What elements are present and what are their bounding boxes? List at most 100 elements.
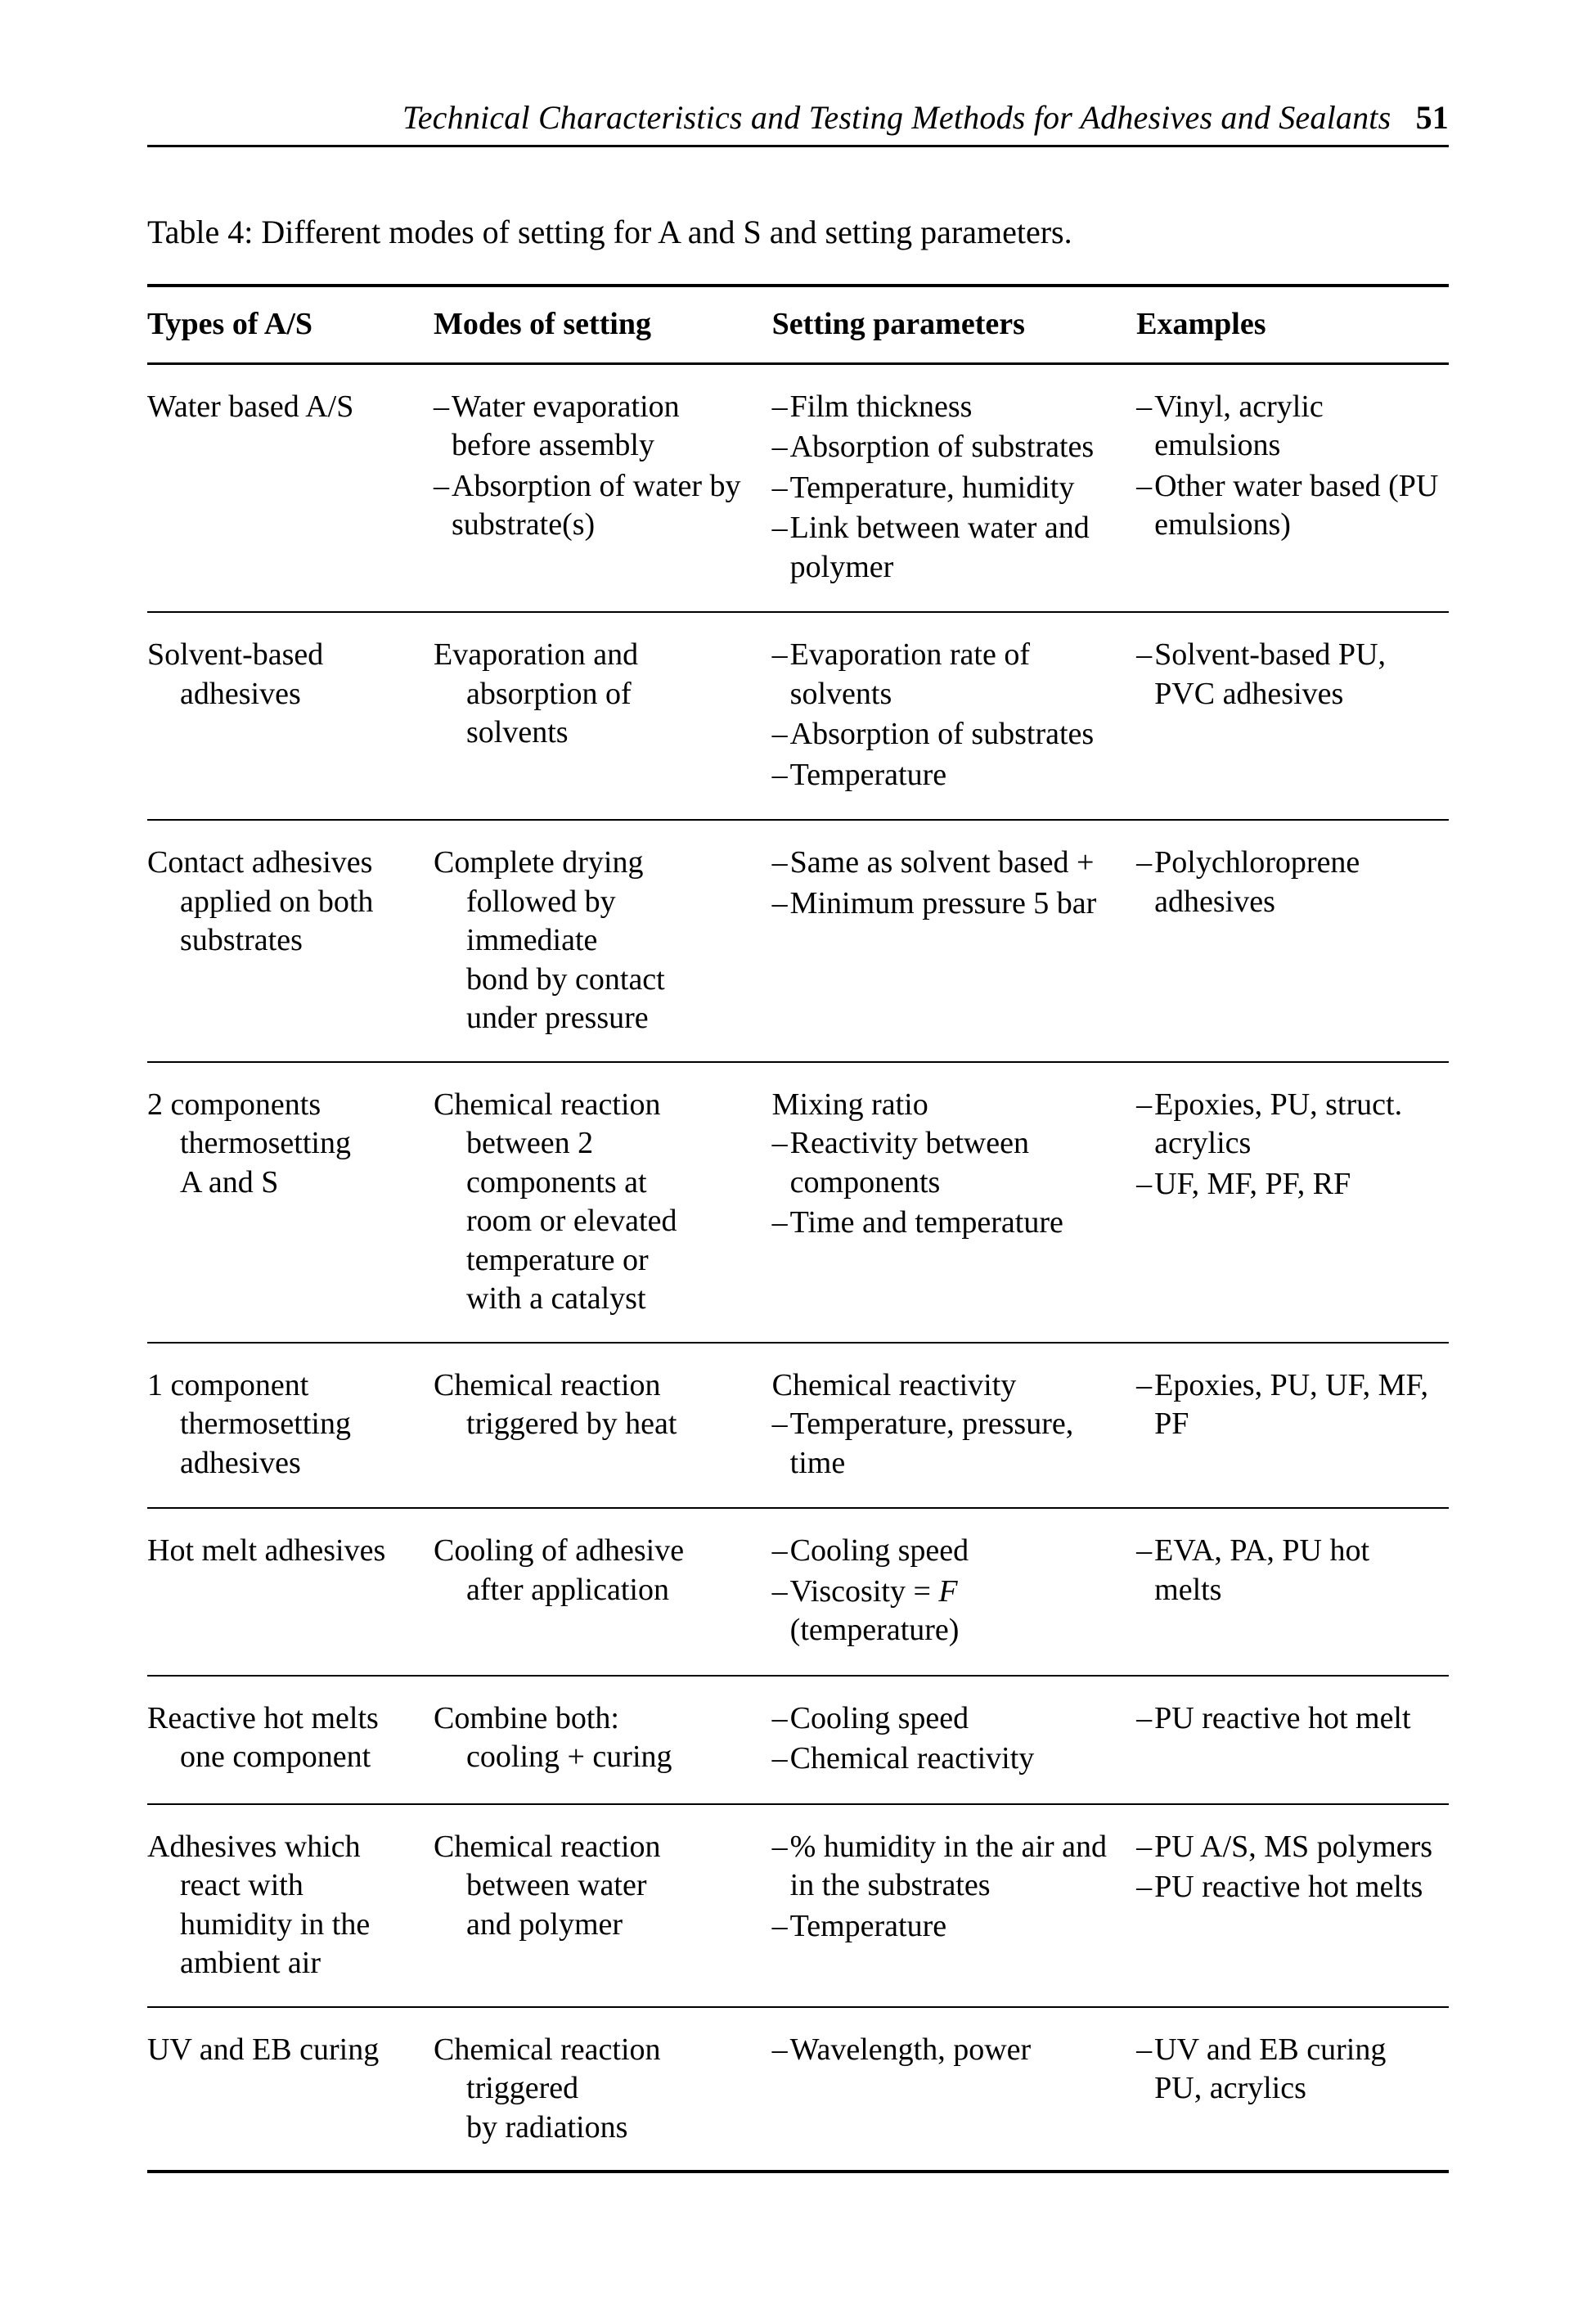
bullet-item: Time and temperature xyxy=(772,1204,1128,1243)
text-line: room or elevated xyxy=(434,1202,764,1241)
bullet-item: Cooling speed xyxy=(772,1699,1128,1739)
table-row: Reactive hot meltsone componentCombine b… xyxy=(147,1676,1449,1804)
col-header-modes: Modes of setting xyxy=(434,286,772,363)
cell-modes: Cooling of adhesiveafter application xyxy=(434,1508,772,1676)
cell-modes: Chemical reactiontriggered by heat xyxy=(434,1343,772,1509)
bullet-item: UV and EB curing PU, acrylics xyxy=(1136,2031,1441,2109)
bullet-item: Temperature xyxy=(772,1907,1128,1947)
table-row: Adhesives whichreact withhumidity in the… xyxy=(147,1804,1449,2007)
cell-examples: Epoxies, PU, struct. acrylicsUF, MF, PF,… xyxy=(1136,1062,1449,1343)
text-line: Chemical reaction xyxy=(434,1366,764,1406)
bullet-item: Cooling speed xyxy=(772,1532,1128,1571)
running-header: Technical Characteristics and Testing Me… xyxy=(147,98,1449,137)
text-line: followed by xyxy=(434,883,764,922)
cell-examples: PU reactive hot melt xyxy=(1136,1676,1449,1804)
cell-modes: Evaporation andabsorption ofsolvents xyxy=(434,612,772,820)
col-header-examples: Examples xyxy=(1136,286,1449,363)
cell-types: Adhesives whichreact withhumidity in the… xyxy=(147,1804,434,2007)
bullet-item: PU A/S, MS polymers xyxy=(1136,1828,1441,1867)
bullet-item: PU reactive hot melt xyxy=(1136,1699,1441,1739)
cell-params: Mixing ratioReactivity between component… xyxy=(772,1062,1136,1343)
bullet-item: Epoxies, PU, UF, MF, PF xyxy=(1136,1366,1441,1444)
text-line: and polymer xyxy=(434,1906,764,1945)
table-header-row: Types of A/S Modes of setting Setting pa… xyxy=(147,286,1449,363)
text-line: Chemical reaction xyxy=(434,1828,764,1867)
text-line: bond by contact xyxy=(434,961,764,1000)
bullet-list: Evaporation rate of solventsAbsorption o… xyxy=(772,636,1128,794)
table-row: Water based A/SWater evaporation before … xyxy=(147,363,1449,612)
table-body: Water based A/SWater evaporation before … xyxy=(147,363,1449,2172)
text-line: Reactive hot melts xyxy=(147,1699,425,1739)
bullet-item: Vinyl, acrylic emulsions xyxy=(1136,388,1441,466)
text-line: triggered by heat xyxy=(434,1405,764,1444)
bullet-list: Epoxies, PU, UF, MF, PF xyxy=(1136,1366,1441,1444)
cell-modes: Chemical reactionbetween waterand polyme… xyxy=(434,1804,772,2007)
bullet-list: Cooling speedViscosity = F (temperature) xyxy=(772,1532,1128,1650)
bullet-list: Cooling speedChemical reactivity xyxy=(772,1699,1128,1779)
running-header-title: Technical Characteristics and Testing Me… xyxy=(402,99,1391,136)
bullet-item: EVA, PA, PU hot melts xyxy=(1136,1532,1441,1609)
text-line: Solvent-based xyxy=(147,636,425,675)
text-line: adhesives xyxy=(147,675,425,714)
bullet-item: Chemical reactivity xyxy=(772,1740,1128,1779)
bullet-item: Absorption of substrates xyxy=(772,715,1128,754)
bullet-item: Reactivity between components xyxy=(772,1124,1128,1202)
bullet-item: UF, MF, PF, RF xyxy=(1136,1165,1441,1204)
text-line: between water xyxy=(434,1866,764,1906)
page-number: 51 xyxy=(1416,99,1449,136)
cell-modes: Water evaporation before assemblyAbsorpt… xyxy=(434,363,772,612)
text-line: react with xyxy=(147,1866,425,1906)
bullet-item: Absorption of substrates xyxy=(772,428,1128,467)
cell-params: % humidity in the air and in the substra… xyxy=(772,1804,1136,2007)
col-header-types: Types of A/S xyxy=(147,286,434,363)
cell-examples: PU A/S, MS polymersPU reactive hot melts xyxy=(1136,1804,1449,2007)
bullet-list: UV and EB curing PU, acrylics xyxy=(1136,2031,1441,2109)
bullet-item: Temperature xyxy=(772,756,1128,795)
text-line: components at xyxy=(434,1164,764,1203)
text-line: thermosetting xyxy=(147,1405,425,1444)
bullet-list: Solvent-based PU, PVC adhesives xyxy=(1136,636,1441,713)
text-line: applied on both xyxy=(147,883,425,922)
text-line: Water based A/S xyxy=(147,388,425,427)
bullet-item: Viscosity = F (temperature) xyxy=(772,1573,1128,1650)
bullet-list: Wavelength, power xyxy=(772,2031,1128,2070)
bullet-list: Epoxies, PU, struct. acrylicsUF, MF, PF,… xyxy=(1136,1086,1441,1204)
text-line: substrates xyxy=(147,921,425,961)
text-line: 1 component xyxy=(147,1366,425,1406)
text-line: by radiations xyxy=(434,2109,764,2148)
cell-params: Chemical reactivityTemperature, pressure… xyxy=(772,1343,1136,1509)
cell-modes: Chemical reactiontriggeredby radiations xyxy=(434,2007,772,2172)
text-line: ambient air xyxy=(147,1944,425,1983)
table-row: Solvent-basedadhesivesEvaporation andabs… xyxy=(147,612,1449,820)
text-line: Adhesives which xyxy=(147,1828,425,1867)
text-line: Cooling of adhesive xyxy=(434,1532,764,1571)
cell-examples: Solvent-based PU, PVC adhesives xyxy=(1136,612,1449,820)
bullet-item: Temperature, humidity xyxy=(772,469,1128,508)
text-line: absorption of xyxy=(434,675,764,714)
text-line: Combine both: xyxy=(434,1699,764,1739)
table-row: 1 componentthermosettingadhesivesChemica… xyxy=(147,1343,1449,1509)
bullet-item: Film thickness xyxy=(772,388,1128,427)
bullet-list: Reactivity between componentsTime and te… xyxy=(772,1124,1128,1243)
bullet-list: Polychloroprene adhesives xyxy=(1136,844,1441,921)
cell-modes: Complete dryingfollowed byimmediatebond … xyxy=(434,820,772,1062)
settings-table: Types of A/S Modes of setting Setting pa… xyxy=(147,284,1449,2173)
cell-types: Hot melt adhesives xyxy=(147,1508,434,1676)
header-rule xyxy=(147,145,1449,147)
bullet-item: Solvent-based PU, PVC adhesives xyxy=(1136,636,1441,713)
text-line: under pressure xyxy=(434,999,764,1038)
text-line: Evaporation and xyxy=(434,636,764,675)
text-line: solvents xyxy=(434,713,764,753)
bullet-list: Film thicknessAbsorption of substratesTe… xyxy=(772,388,1128,587)
bullet-item: Temperature, pressure, time xyxy=(772,1405,1128,1483)
text-line: A and S xyxy=(147,1164,425,1203)
page: Technical Characteristics and Testing Me… xyxy=(0,0,1596,2318)
bullet-list: Water evaporation before assemblyAbsorpt… xyxy=(434,388,764,545)
bullet-item: Absorption of water by substrate(s) xyxy=(434,467,764,545)
text-line: adhesives xyxy=(147,1444,425,1483)
text-line: triggered xyxy=(434,2069,764,2109)
cell-params: Cooling speedViscosity = F (temperature) xyxy=(772,1508,1136,1676)
text-line: temperature or xyxy=(434,1241,764,1281)
text-line: thermosetting xyxy=(147,1124,425,1164)
cell-types: Contact adhesivesapplied on bothsubstrat… xyxy=(147,820,434,1062)
